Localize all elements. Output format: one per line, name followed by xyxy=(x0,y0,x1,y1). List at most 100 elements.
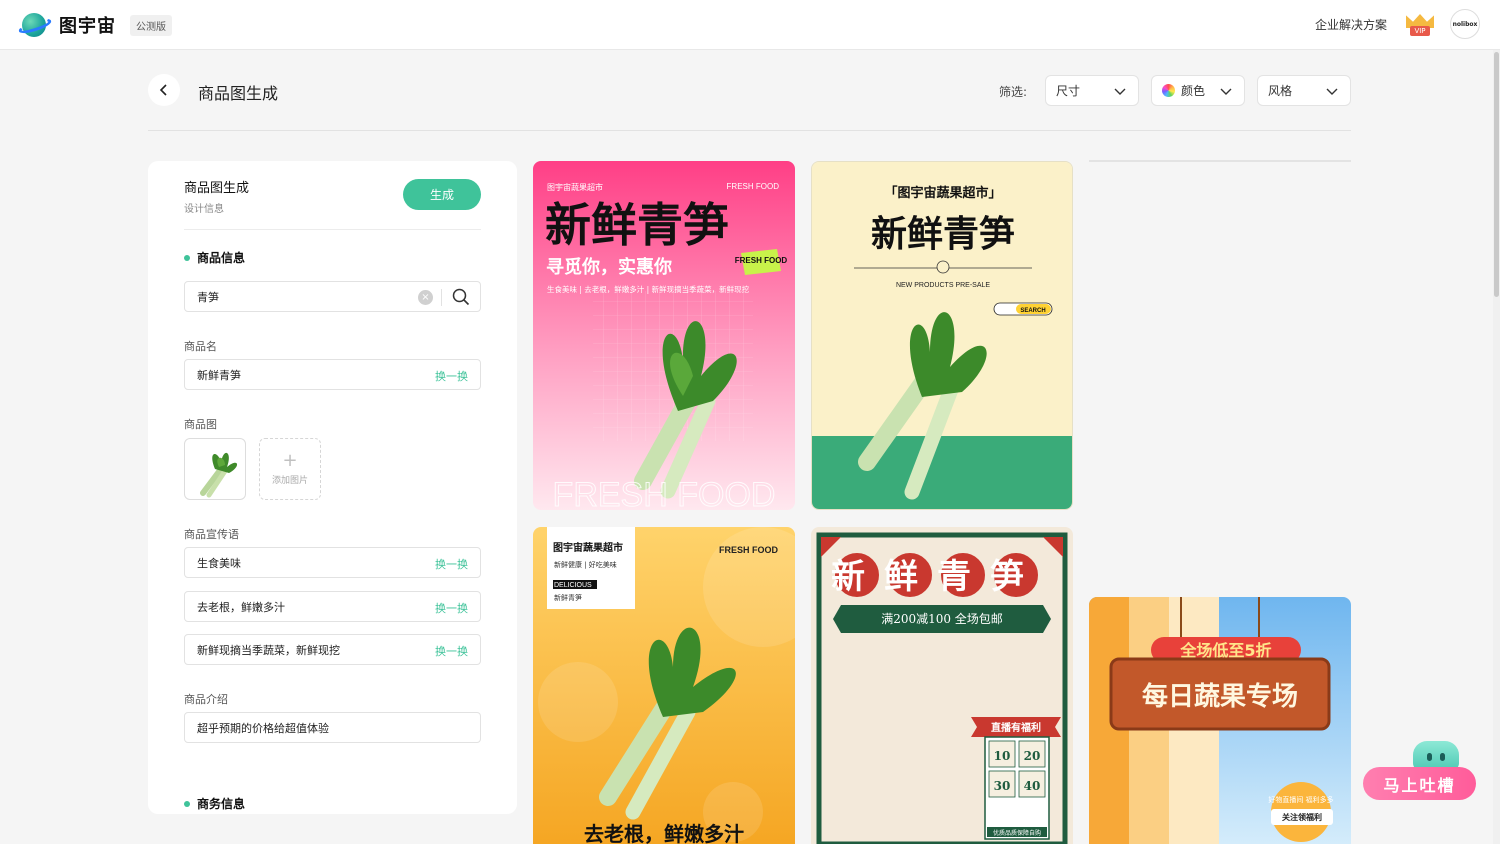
section-dot-icon xyxy=(184,254,190,261)
festive-welfare: 直播有福利 xyxy=(991,721,1041,734)
orange-store-name: 图宇宙蔬果超市 xyxy=(553,541,623,554)
size-filter-value: 尺寸 xyxy=(1056,84,1081,98)
poster-card-festive[interactable]: 新鲜青笋 满200减100 全场包邮 直播有福利 10 20 30 40 优质品… xyxy=(811,527,1073,844)
page-scrollbar-thumb[interactable] xyxy=(1494,52,1499,297)
swap-name-button[interactable]: 换一换 xyxy=(435,368,468,384)
feedback-button[interactable]: 马上吐槽 xyxy=(1363,740,1476,800)
back-arrow-icon xyxy=(159,84,167,96)
orange-fresh-label: FRESH FOOD xyxy=(719,545,779,555)
cream-presale: NEW PRODUCTS PRE-SALE xyxy=(896,282,990,289)
sky-ribbon: 全场低至5折 xyxy=(1179,641,1271,660)
generate-button[interactable]: 生成 xyxy=(403,179,481,210)
coupon-value-2: 20 xyxy=(1024,749,1041,763)
cream-search-label: SEARCH xyxy=(1020,308,1045,314)
add-image-label: 添加图片 xyxy=(271,475,308,486)
add-image-button[interactable]: + 添加图片 xyxy=(259,438,321,500)
pink-watermark: FRESH FOOD xyxy=(553,476,776,510)
generation-form-panel: 商品图生成 设计信息 生成 商品信息 青笋 × 商品名 新鲜青笋 换一换 商品图… xyxy=(148,161,517,814)
poster-cream-artwork: 「图宇宙蔬果超市」 新鲜青笋 NEW PRODUCTS PRE-SALE SEA… xyxy=(812,162,1072,509)
style-filter-select[interactable]: 风格 xyxy=(1257,75,1351,106)
vip-label: VIP xyxy=(1410,26,1430,36)
product-search-input[interactable]: 青笋 × xyxy=(184,281,481,312)
business-info-heading-text: 商务信息 xyxy=(197,797,246,811)
style-filter-value: 风格 xyxy=(1268,84,1293,98)
product-name-input[interactable]: 新鲜青笋 换一换 xyxy=(184,359,481,390)
slogan-value-3: 新鲜现摘当季蔬菜，新鲜现挖 xyxy=(197,643,340,657)
chevron-down-icon xyxy=(1220,88,1232,95)
orange-delicious: DELICIOUS xyxy=(554,582,592,589)
poster-card-sky[interactable]: 全场低至5折 每日蔬果专场 好物直播间 福利多多 关注领福利 xyxy=(1089,597,1351,844)
slogan-value-1: 生食美味 xyxy=(197,556,241,570)
search-divider xyxy=(441,289,442,306)
sky-follow: 关注领福利 xyxy=(1282,812,1322,822)
brand-logo[interactable]: 图宇宙 公测版 xyxy=(17,11,172,39)
lettuce-stem-image xyxy=(200,452,238,498)
poster-sky-artwork: 全场低至5折 每日蔬果专场 好物直播间 福利多多 关注领福利 xyxy=(1089,597,1351,844)
orange-bottom-text: 去老根，鲜嫩多汁 xyxy=(584,822,744,844)
avatar[interactable]: nolibox xyxy=(1450,9,1480,39)
product-name-value: 新鲜青笋 xyxy=(197,368,241,382)
filter-label: 筛选: xyxy=(999,85,1028,99)
form-title: 商品图生成 xyxy=(184,181,250,196)
coupon-value-4: 40 xyxy=(1024,779,1041,793)
vip-crown-icon[interactable]: VIP xyxy=(1405,12,1435,36)
product-search-value: 青笋 xyxy=(197,290,219,304)
slogan-label: 商品宣传语 xyxy=(184,528,239,541)
chevron-down-icon xyxy=(1114,88,1126,95)
product-image-thumbnail[interactable] xyxy=(184,438,246,500)
festive-title: 新鲜青笋 xyxy=(831,557,1043,597)
swap-slogan-button-3[interactable]: 换一换 xyxy=(435,643,468,659)
festive-promo: 满200减100 全场包邮 xyxy=(881,611,1003,626)
form-divider xyxy=(184,229,481,230)
back-button[interactable] xyxy=(148,74,180,106)
poster-card-pink[interactable]: 图宇宙蔬果超市 FRESH FOOD 新鲜青笋 寻觅你，实惠你 FRESH FO… xyxy=(533,161,795,510)
poster-card-cream[interactable]: 「图宇宙蔬果超市」 新鲜青笋 NEW PRODUCTS PRE-SALE SEA… xyxy=(811,161,1073,510)
header-divider xyxy=(148,130,1351,131)
size-filter-select[interactable]: 尺寸 xyxy=(1045,75,1139,106)
poster-orange-artwork: 图宇宙蔬果超市 新鲜健康 | 好吃美味 DELICIOUS 新鲜青笋 FRESH… xyxy=(533,527,795,844)
feedback-label: 马上吐槽 xyxy=(1363,767,1476,800)
product-info-heading: 商品信息 xyxy=(184,249,245,266)
pink-fresh-label: FRESH FOOD xyxy=(727,182,780,191)
form-subtitle: 设计信息 xyxy=(184,204,224,215)
color-filter-value: 颜色 xyxy=(1181,84,1206,98)
poster-pink-artwork: 图宇宙蔬果超市 FRESH FOOD 新鲜青笋 寻觅你，实惠你 FRESH FO… xyxy=(533,161,795,510)
sky-board: 每日蔬果专场 xyxy=(1142,681,1298,712)
sky-stamp: 好物直播间 福利多多 xyxy=(1268,795,1333,804)
product-info-heading-text: 商品信息 xyxy=(197,251,246,265)
poster-festive-artwork: 新鲜青笋 满200减100 全场包邮 直播有福利 10 20 30 40 优质品… xyxy=(811,527,1073,844)
planet-logo-icon xyxy=(17,11,53,39)
intro-label: 商品介绍 xyxy=(184,693,228,706)
search-icon[interactable] xyxy=(452,288,470,306)
plus-icon: + xyxy=(282,449,298,471)
festive-footer: 优质品质保障自购 xyxy=(993,829,1041,837)
pink-title: 新鲜青笋 xyxy=(545,198,729,252)
slogan-input-2[interactable]: 去老根，鲜嫩多汁 换一换 xyxy=(184,591,481,622)
pink-tags: 生食美味 | 去老根，鲜嫩多汁 | 新鲜现摘当季蔬菜，新鲜现挖 xyxy=(547,284,750,294)
slogan-input-3[interactable]: 新鲜现摘当季蔬菜，新鲜现挖 换一换 xyxy=(184,634,481,665)
poster-card-orange[interactable]: 图宇宙蔬果超市 新鲜健康 | 好吃美味 DELICIOUS 新鲜青笋 FRESH… xyxy=(533,527,795,844)
intro-value: 超乎预期的价格给超值体验 xyxy=(197,721,329,735)
column-loading-bar xyxy=(1089,160,1351,162)
clear-icon[interactable]: × xyxy=(418,290,433,305)
section-dot-icon xyxy=(184,800,190,807)
cream-title: 新鲜青笋 xyxy=(871,214,1015,255)
coupon-value-3: 30 xyxy=(994,779,1011,793)
chevron-down-icon xyxy=(1326,88,1338,95)
beta-badge: 公测版 xyxy=(130,14,172,36)
pink-store-name: 图宇宙蔬果超市 xyxy=(547,182,603,192)
color-filter-select[interactable]: 颜色 xyxy=(1151,75,1245,106)
swap-slogan-button-1[interactable]: 换一换 xyxy=(435,556,468,572)
top-navigation: 图宇宙 公测版 企业解决方案 VIP nolibox xyxy=(0,0,1500,50)
business-info-heading: 商务信息 xyxy=(184,795,245,812)
product-name-label: 商品名 xyxy=(184,340,217,353)
slogan-input-1[interactable]: 生食美味 换一换 xyxy=(184,547,481,578)
intro-input[interactable]: 超乎预期的价格给超值体验 xyxy=(184,712,481,743)
swap-slogan-button-2[interactable]: 换一换 xyxy=(435,600,468,616)
enterprise-solutions-link[interactable]: 企业解决方案 xyxy=(1315,16,1387,33)
page-title: 商品图生成 xyxy=(198,84,279,103)
product-image-label: 商品图 xyxy=(184,418,217,431)
cream-store-name: 「图宇宙蔬果超市」 xyxy=(884,185,1001,201)
pink-badge: FRESH FOOD xyxy=(735,256,788,265)
slogan-value-2: 去老根，鲜嫩多汁 xyxy=(197,600,285,614)
